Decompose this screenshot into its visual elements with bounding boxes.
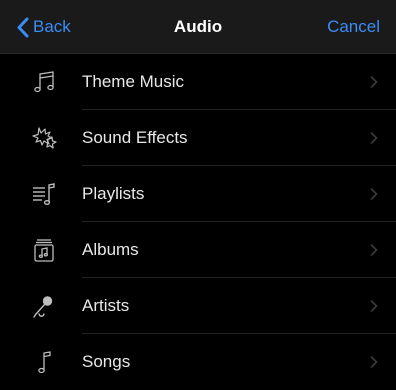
chevron-left-icon: [17, 17, 29, 37]
single-note-icon: [30, 348, 58, 376]
list-item-label: Artists: [82, 296, 130, 315]
navigation-bar: Back Audio Cancel: [0, 0, 396, 54]
back-button[interactable]: Back: [16, 0, 71, 54]
list-item-sound-effects[interactable]: Sound Effects: [0, 110, 396, 166]
list-item-theme-music[interactable]: Theme Music: [0, 54, 396, 110]
list-item-songs[interactable]: Songs: [0, 334, 396, 390]
back-label: Back: [33, 17, 71, 36]
list-item-artists[interactable]: Artists: [0, 278, 396, 334]
chevron-right-icon: [370, 188, 378, 200]
chevron-right-icon: [370, 132, 378, 144]
sound-effects-icon: [30, 124, 58, 152]
album-icon: [30, 236, 58, 264]
list-item-label: Songs: [82, 352, 131, 371]
list-item-label: Albums: [82, 240, 139, 259]
chevron-right-icon: [370, 76, 378, 88]
chevron-right-icon: [370, 300, 378, 312]
cancel-button[interactable]: Cancel: [327, 0, 380, 54]
microphone-icon: [30, 292, 58, 320]
chevron-right-icon: [370, 244, 378, 256]
list-item-label: Playlists: [82, 184, 145, 203]
chevron-right-icon: [370, 356, 378, 368]
list-item-label: Sound Effects: [82, 128, 188, 147]
playlist-icon: [30, 180, 58, 208]
audio-category-list: Theme Music Sound Effects Playlists Albu…: [0, 54, 396, 390]
list-item-playlists[interactable]: Playlists: [0, 166, 396, 222]
list-item-label: Theme Music: [82, 72, 185, 91]
list-item-albums[interactable]: Albums: [0, 222, 396, 278]
music-note-icon: [30, 68, 58, 96]
